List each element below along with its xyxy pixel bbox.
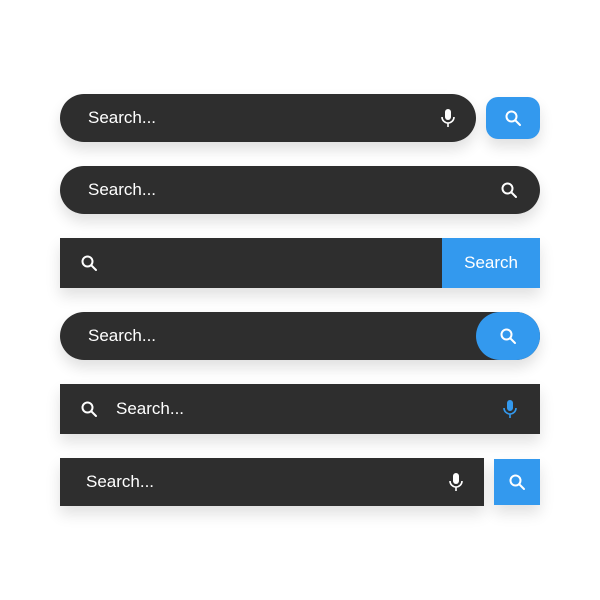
search-icon	[504, 109, 522, 127]
search-placeholder: Search...	[84, 326, 476, 346]
search-icon	[508, 473, 526, 491]
search-bar-variant-2[interactable]: Search...	[60, 166, 540, 214]
search-icon	[80, 400, 98, 418]
search-button[interactable]	[494, 459, 540, 505]
search-button[interactable]	[476, 312, 540, 360]
search-icon[interactable]	[500, 181, 518, 199]
search-bar-variant-4[interactable]: Search...	[60, 312, 540, 360]
microphone-icon[interactable]	[502, 399, 518, 419]
search-bar-variant-5[interactable]: Search...	[60, 384, 540, 434]
search-placeholder: Search...	[82, 472, 448, 492]
search-bar-variant-1: Search...	[60, 94, 540, 142]
search-button-label: Search	[464, 253, 518, 273]
search-button[interactable]: Search	[442, 238, 540, 288]
search-bar-variant-6: Search...	[60, 458, 540, 506]
search-bar-variant-3[interactable]: Search	[60, 238, 540, 288]
search-placeholder: Search...	[84, 180, 500, 200]
search-placeholder: Search...	[84, 108, 440, 128]
search-icon	[80, 254, 98, 272]
microphone-icon[interactable]	[448, 472, 464, 492]
search-input-6[interactable]: Search...	[60, 458, 484, 506]
microphone-icon[interactable]	[440, 108, 456, 128]
search-icon	[499, 327, 517, 345]
search-placeholder: Search...	[112, 399, 488, 419]
search-input-1[interactable]: Search...	[60, 94, 476, 142]
search-button[interactable]	[486, 97, 540, 139]
